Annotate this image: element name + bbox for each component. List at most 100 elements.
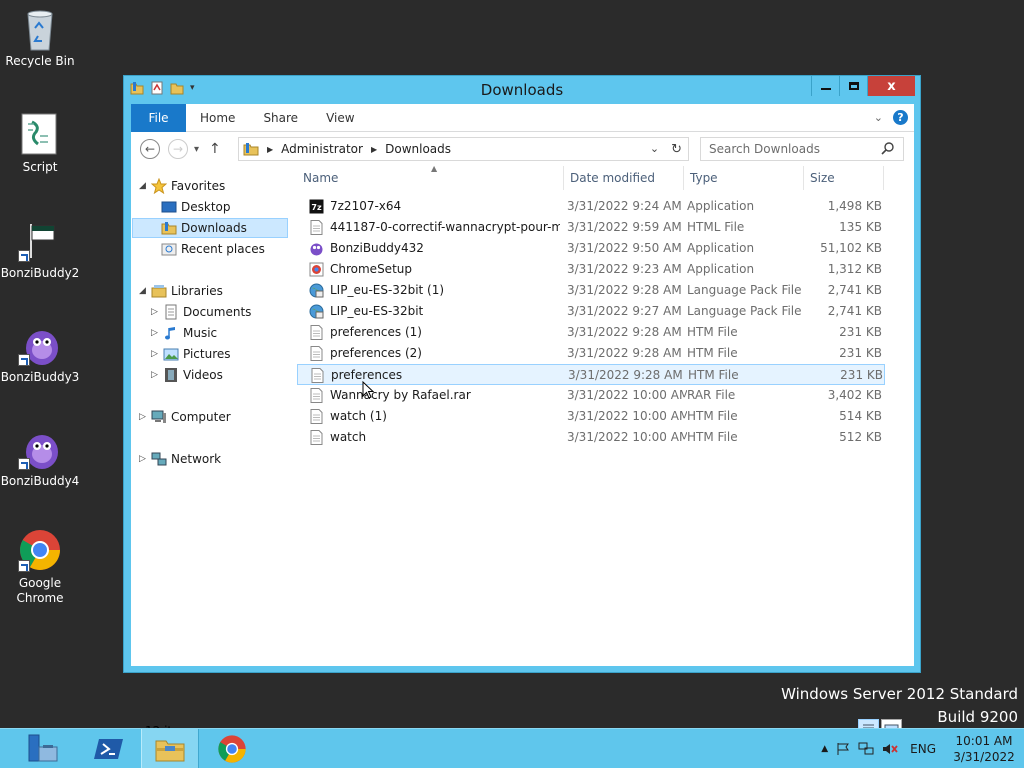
nav-downloads[interactable]: Downloads (132, 218, 288, 238)
file-row[interactable]: LIP_eu-ES-32bit (1) 3/31/2022 9:28 AM Lang… (297, 280, 885, 301)
nav-recent-places[interactable]: Recent places (161, 239, 265, 259)
column-type[interactable]: Type (684, 166, 804, 190)
nav-pictures[interactable]: ▷ Pictures (151, 344, 231, 364)
collapsed-arrow-icon[interactable]: ▷ (151, 328, 161, 338)
help-icon[interactable]: ? (893, 110, 908, 125)
file-row[interactable]: BonziBuddy432 3/31/2022 9:50 AM Applicatio… (297, 238, 885, 259)
search-input[interactable]: Search Downloads (709, 142, 820, 156)
file-name[interactable]: 441187-0-correctif-wannacrypt-pour-mi... (330, 217, 560, 238)
tab-home[interactable]: Home (186, 104, 249, 132)
taskbar-file-explorer[interactable] (141, 729, 199, 768)
collapsed-arrow-icon[interactable]: ▷ (151, 307, 161, 317)
desktop-icon-bonzibuddy3[interactable]: BonziBuddy3 (0, 322, 80, 385)
film-strip-icon (165, 368, 177, 382)
address-bar[interactable]: ▶ Administrator ▶ Downloads ⌄ ↻ (238, 137, 689, 161)
clock[interactable]: 10:01 AM 3/31/2022 (948, 733, 1020, 765)
desktop-icon-recycle-bin[interactable]: Recycle Bin (0, 6, 80, 69)
nav-network[interactable]: ▷ Network (139, 449, 221, 469)
file-name[interactable]: LIP_eu-ES-32bit (1) (330, 280, 560, 301)
file-row[interactable]: watch 3/31/2022 10:00 AM HTM File 512 KB (297, 427, 885, 448)
breadcrumb-downloads[interactable]: Downloads (385, 142, 451, 156)
expanded-arrow-icon[interactable]: ◢ (139, 181, 149, 191)
file-type: HTM File (687, 325, 738, 339)
taskbar-powershell[interactable] (80, 729, 138, 768)
expanded-arrow-icon[interactable]: ◢ (139, 286, 149, 296)
file-name[interactable]: watch (330, 427, 560, 448)
back-button[interactable]: ← (140, 139, 160, 159)
input-language-indicator[interactable]: ENG (910, 742, 936, 756)
file-name[interactable]: ChromeSetup (330, 259, 560, 280)
file-name[interactable]: 7z2107-x64 (330, 196, 560, 217)
nav-videos[interactable]: ▷ Videos (151, 365, 223, 385)
nav-favorites[interactable]: ◢ Favorites (139, 176, 225, 196)
forward-button[interactable]: → (168, 139, 188, 159)
window-title: Downloads (480, 81, 564, 99)
shortcut-arrow-icon (18, 250, 30, 262)
file-name[interactable]: preferences (1) (330, 322, 560, 343)
volume-muted-icon[interactable] (882, 742, 898, 756)
nav-documents[interactable]: ▷ Documents (151, 302, 251, 322)
taskbar-google-chrome[interactable] (203, 729, 261, 768)
desktop-icon-bonzibuddy4[interactable]: BonziBuddy4 (0, 426, 80, 489)
recent-locations-chevron-icon[interactable]: ▾ (194, 144, 199, 155)
file-row[interactable]: Wannacry by Rafael.rar 3/31/2022 10:00 AM… (297, 385, 885, 406)
title-bar[interactable]: ▾ Downloads x (124, 76, 920, 104)
expand-ribbon-icon[interactable]: ⌄ (874, 111, 883, 124)
star-icon (151, 178, 167, 194)
refresh-icon[interactable]: ↻ (671, 142, 682, 157)
file-row[interactable]: ChromeSetup 3/31/2022 9:23 AM Application 1… (297, 259, 885, 280)
collapsed-arrow-icon[interactable]: ▷ (151, 370, 161, 380)
desktop-icon-bonzibuddy2[interactable]: BonziBuddy2 (0, 218, 80, 281)
action-center-flag-icon[interactable] (836, 742, 850, 756)
column-size[interactable]: Size (804, 166, 884, 190)
file-row[interactable]: 441187-0-correctif-wannacrypt-pour-mi...… (297, 217, 885, 238)
tab-share[interactable]: Share (249, 104, 312, 132)
nav-computer[interactable]: ▷ Computer (139, 407, 231, 427)
server-manager-icon (28, 734, 58, 762)
tab-view[interactable]: View (312, 104, 368, 132)
desktop-icon (161, 201, 177, 213)
music-note-icon (165, 327, 175, 340)
column-name[interactable]: Name (297, 166, 564, 190)
breadcrumb-administrator[interactable]: Administrator (281, 142, 363, 156)
explorer-body: File Home Share View ⌄ ? ← → ▾ ↑ ▶ Admin… (131, 103, 914, 740)
file-row[interactable]: preferences (1) 3/31/2022 9:28 AM HTM File… (297, 322, 885, 343)
address-history-chevron-icon[interactable]: ⌄ (650, 142, 659, 157)
file-name[interactable]: BonziBuddy432 (330, 238, 560, 259)
file-type: Language Pack File (687, 304, 802, 318)
file-name[interactable]: LIP_eu-ES-32bit (330, 301, 560, 322)
desktop-icon-google-chrome[interactable]: Google Chrome (0, 528, 80, 606)
collapsed-arrow-icon[interactable]: ▷ (151, 349, 161, 359)
file-row[interactable]: preferences (2) 3/31/2022 9:28 AM HTM File… (297, 343, 885, 364)
close-button[interactable]: x (867, 76, 915, 96)
minimize-button[interactable] (811, 76, 839, 96)
taskbar-server-manager[interactable] (14, 729, 72, 768)
file-row[interactable]: 7z 7z2107-x64 3/31/2022 9:24 AM Application… (297, 196, 885, 217)
maximize-button[interactable] (839, 76, 867, 96)
collapsed-arrow-icon[interactable]: ▷ (139, 412, 149, 422)
search-box[interactable]: Search Downloads (700, 137, 904, 161)
nav-desktop[interactable]: Desktop (161, 197, 231, 217)
file-date-modified: 3/31/2022 9:28 AM (568, 368, 683, 382)
nav-libraries[interactable]: ◢ Libraries (139, 281, 223, 301)
file-type: HTM File (688, 368, 739, 382)
show-hidden-icons-icon[interactable]: ▲ (821, 744, 828, 754)
file-date-modified: 3/31/2022 9:59 AM (567, 220, 682, 234)
column-date-modified[interactable]: Date modified (564, 166, 684, 190)
collapsed-arrow-icon[interactable]: ▷ (139, 454, 149, 464)
file-name[interactable]: preferences (2) (330, 343, 560, 364)
nav-music[interactable]: ▷ Music (151, 323, 217, 343)
file-name[interactable]: watch (1) (330, 406, 560, 427)
desktop-icon-script[interactable]: Script (0, 112, 80, 175)
file-row[interactable]: watch (1) 3/31/2022 10:00 AM HTM File 514 K… (297, 406, 885, 427)
network-tray-icon[interactable] (858, 742, 874, 756)
desktop-icon-label: Google Chrome (16, 576, 64, 605)
breadcrumb-separator-icon[interactable]: ▶ (371, 145, 377, 154)
search-icon[interactable] (881, 141, 895, 155)
file-size: 3,402 KB (827, 388, 882, 402)
up-arrow-icon[interactable]: ↑ (209, 141, 221, 157)
file-row[interactable]: LIP_eu-ES-32bit 3/31/2022 9:27 AM Language… (297, 301, 885, 322)
breadcrumb-separator-icon[interactable]: ▶ (267, 145, 273, 154)
file-row[interactable]: preferences 3/31/2022 9:28 AM HTM File 231 … (297, 364, 885, 385)
tab-file[interactable]: File (131, 103, 186, 132)
